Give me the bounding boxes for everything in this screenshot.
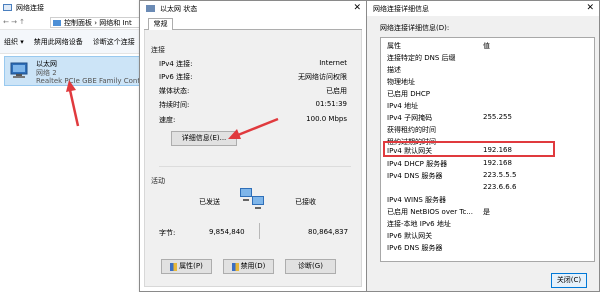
property-name: 描述 <box>387 66 401 74</box>
command-bar: 组织 ▾ 禁用此网络设备 诊断这个连接 <box>0 30 150 54</box>
close-button[interactable]: 关闭(C) <box>551 273 587 288</box>
property-name: IPv4 DHCP 服务器 <box>387 160 448 168</box>
close-icon[interactable]: ✕ <box>586 4 594 13</box>
diagnose-button[interactable]: 诊断(G) <box>285 259 336 274</box>
bytes-sent-value: 9,854,840 <box>209 228 245 236</box>
diagnose-connection-button[interactable]: 诊断这个连接 <box>93 37 135 47</box>
address-path: 控制面板 › 网络和 Int <box>64 18 132 27</box>
property-name: IPv4 地址 <box>387 102 419 110</box>
organize-button[interactable]: 组织 ▾ <box>4 37 24 47</box>
title-bar: 网络连接 <box>0 0 149 15</box>
ethernet-adapter-icon <box>10 62 28 78</box>
details-label: 网络连接详细信息(D): <box>380 24 450 32</box>
ethernet-adapter-item[interactable]: 以太网 网络 2 Realtek PCIe GBE Family Contr..… <box>4 56 150 86</box>
close-icon[interactable]: ✕ <box>353 4 361 13</box>
row-key: 速度: <box>159 116 176 124</box>
speed-row: 速度: 100.0 Mbps <box>159 115 347 125</box>
disable-device-button[interactable]: 禁用此网络设备 <box>34 37 83 47</box>
property-name: IPv4 子网掩码 <box>387 114 433 122</box>
row-value: 已启用 <box>326 87 347 95</box>
gateway-highlight-box <box>383 141 555 157</box>
property-value: 223.5.5.5 <box>483 171 517 179</box>
tab-strip: 常规 <box>144 18 362 31</box>
ethernet-status-dialog: 以太网 状态 ✕ 常规 连接 IPv4 连接: Internet IPv6 连接… <box>139 0 367 292</box>
property-value: 223.6.6.6 <box>483 183 517 191</box>
property-name: 已启用 DHCP <box>387 90 430 98</box>
disable-label: 禁用(D) <box>240 262 266 270</box>
shield-icon <box>231 262 239 271</box>
network-folder-icon <box>3 4 12 11</box>
network-connections-window: 网络连接 ← → ↑ 控制面板 › 网络和 Int 组织 ▾ 禁用此网络设备 诊… <box>0 0 150 292</box>
dialog-title: 网络连接详细信息 <box>373 4 429 13</box>
window-title: 网络连接 <box>16 3 44 12</box>
up-icon[interactable]: ↑ <box>18 18 26 26</box>
bytes-label: 字节: <box>159 229 176 237</box>
title-bar: 以太网 状态 <box>140 1 366 16</box>
received-label: 已接收 <box>295 198 316 206</box>
network-connection-details-dialog: 网络连接详细信息 ✕ 网络连接详细信息(D): 属性 值 连接特定的 DNS 后… <box>366 0 600 292</box>
row-key: IPv6 连接: <box>159 73 193 81</box>
forward-icon[interactable]: → <box>10 18 18 26</box>
back-icon[interactable]: ← <box>2 18 10 26</box>
property-value: 是 <box>483 208 490 216</box>
properties-button[interactable]: 属性(P) <box>161 259 212 274</box>
property-name: 物理地址 <box>387 78 415 86</box>
property-value: 255.255 <box>483 113 512 121</box>
property-name: IPv6 DNS 服务器 <box>387 244 443 252</box>
network-activity-icon <box>240 188 264 209</box>
address-field[interactable]: 控制面板 › 网络和 Int <box>50 17 150 28</box>
media-state-row: 媒体状态: 已启用 <box>159 86 347 96</box>
activity-section-label: 活动 <box>151 177 165 185</box>
general-panel: 连接 IPv4 连接: Internet IPv6 连接: 无网络访问权限 媒体… <box>144 30 362 287</box>
shield-icon <box>170 262 178 271</box>
activity-separator <box>259 223 260 239</box>
connection-section-label: 连接 <box>151 46 165 54</box>
ipv6-connectivity-row: IPv6 连接: 无网络访问权限 <box>159 72 347 82</box>
sent-label: 已发送 <box>199 198 220 206</box>
row-value: 无网络访问权限 <box>298 73 347 81</box>
ipv4-connectivity-row: IPv4 连接: Internet <box>159 59 347 69</box>
row-value: 100.0 Mbps <box>306 115 347 123</box>
property-name: 连接特定的 DNS 后缀 <box>387 54 456 62</box>
row-value: Internet <box>319 59 347 67</box>
property-name: 已启用 NetBIOS over Tc... <box>387 208 474 216</box>
dialog-title: 以太网 状态 <box>160 4 198 13</box>
disable-button[interactable]: 禁用(D) <box>223 259 274 274</box>
property-name: IPv4 DNS 服务器 <box>387 172 443 180</box>
row-key: 持续时间: <box>159 101 190 109</box>
row-key: 媒体状态: <box>159 87 190 95</box>
row-value: 01:51:39 <box>315 100 347 108</box>
address-bar: ← → ↑ 控制面板 › 网络和 Int <box>0 15 150 30</box>
property-name: 获得租约的时间 <box>387 126 436 134</box>
network-icon <box>146 5 155 12</box>
row-key: IPv4 连接: <box>159 60 193 68</box>
duration-row: 持续时间: 01:51:39 <box>159 100 347 110</box>
column-header-property[interactable]: 属性 <box>387 41 477 51</box>
control-panel-icon <box>53 19 61 26</box>
property-name: 连接-本地 IPv6 地址 <box>387 220 451 228</box>
property-value: 192.168 <box>483 159 512 167</box>
title-bar: 网络连接详细信息 <box>367 1 599 16</box>
details-button[interactable]: 详细信息(E)... <box>171 131 237 146</box>
divider <box>159 166 351 167</box>
property-name: IPv6 默认网关 <box>387 232 433 240</box>
column-header-value[interactable]: 值 <box>483 41 593 51</box>
property-name: IPv4 WINS 服务器 <box>387 196 446 204</box>
properties-label: 属性(P) <box>179 262 203 270</box>
adapter-device: Realtek PCIe GBE Family Contr... <box>36 77 150 85</box>
bytes-received-value: 80,864,837 <box>308 228 349 236</box>
